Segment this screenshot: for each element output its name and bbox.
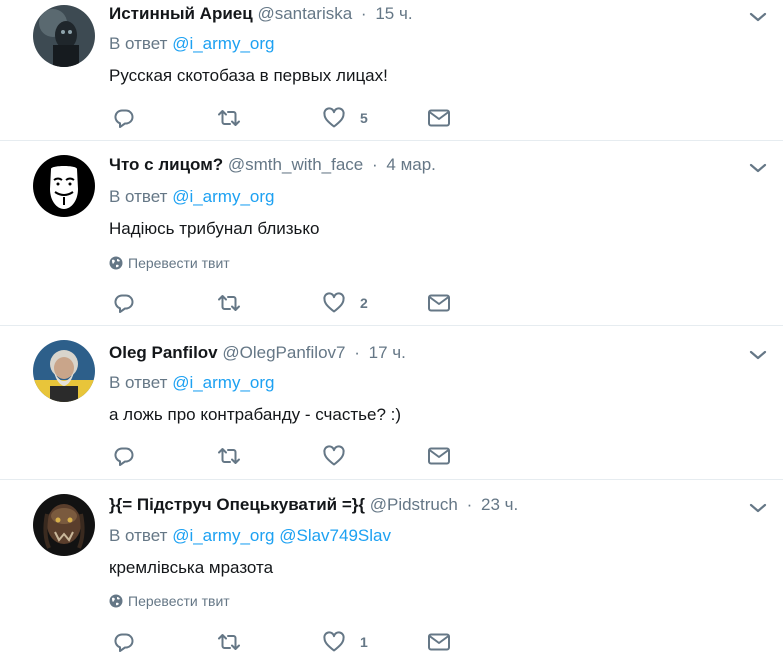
reply-button[interactable] [112,630,136,654]
avatar[interactable] [33,494,95,556]
reply-prefix: В ответ [109,526,168,545]
timestamp[interactable]: 23 ч. [481,495,518,514]
tweet-actions: 1 [0,630,783,654]
reply-button[interactable] [112,444,136,468]
mention-link[interactable]: @i_army_org [172,187,274,206]
heart-icon [323,292,345,313]
display-name[interactable]: }{= Підструч Опецькуватий =}{ [109,495,365,514]
heart-icon [323,631,345,652]
reply-prefix: В ответ [109,373,168,392]
retweet-icon [218,110,240,126]
user-handle[interactable]: @smth_with_face [228,155,363,174]
avatar[interactable] [33,5,95,67]
user-handle[interactable]: @OlegPanfilov7 [222,343,345,362]
direct-message-button[interactable] [427,444,451,468]
envelope-icon [428,109,450,127]
separator-dot: · [354,343,360,362]
retweet-button[interactable] [217,291,241,315]
retweet-button[interactable] [217,630,241,654]
mention-link[interactable]: @Slav749Slav [279,526,391,545]
retweet-icon [218,295,240,311]
tweet-actions: 2 [0,291,783,315]
reply-context: В ответ @i_army_org @Slav749Slav [109,525,391,547]
reply-icon [114,447,134,466]
tweet-actions: 5 [0,106,783,130]
chevron-down-icon[interactable] [748,348,768,362]
tweet-header: Истинный Ариец @santariska · 15 ч. [109,3,413,25]
tweet-text: а ложь про контрабанду - счастье? :) [109,405,402,424]
tweet-text: Русская скотобаза в первых лицах! [109,66,388,85]
direct-message-button[interactable] [427,106,451,130]
envelope-icon [428,633,450,651]
retweet-icon [218,634,240,650]
timestamp[interactable]: 15 ч. [375,4,412,23]
mention-link[interactable]: @i_army_org [172,526,274,545]
tweet[interactable]: Oleg Panfilov @OlegPanfilov7 · 17 ч. В о… [0,326,783,480]
reply-icon [114,633,134,652]
reply-button[interactable] [112,291,136,315]
mention-link[interactable]: @i_army_org [172,373,274,392]
timestamp[interactable]: 4 мар. [386,155,436,174]
avatar[interactable] [33,340,95,402]
timestamp[interactable]: 17 ч. [369,343,406,362]
reply-context: В ответ @i_army_org [109,372,274,394]
chevron-down-icon[interactable] [748,501,768,515]
user-handle[interactable]: @Pidstruch [370,495,458,514]
reply-button[interactable] [112,106,136,130]
reply-icon [114,109,134,128]
envelope-icon [428,294,450,312]
reply-context: В ответ @i_army_org [109,186,274,208]
like-button[interactable] [322,444,360,468]
chevron-down-icon[interactable] [748,161,768,175]
direct-message-button[interactable] [427,630,451,654]
tweet-text: кремлівська мразота [109,558,274,577]
tweet-header: Что с лицом? @smth_with_face · 4 мар. [109,154,436,176]
display-name[interactable]: Что с лицом? [109,155,223,174]
tweet-actions [0,444,783,468]
direct-message-button[interactable] [427,291,451,315]
display-name[interactable]: Истинный Ариец [109,4,253,23]
reply-context: В ответ @i_army_org [109,33,274,55]
translate-tweet-link[interactable]: Перевести твит [109,254,230,272]
separator-dot: · [372,155,378,174]
avatar[interactable] [33,155,95,217]
tweet-text: Надіюсь трибунал близько [109,219,320,238]
chevron-down-icon[interactable] [748,10,768,24]
separator-dot: · [466,495,473,514]
retweet-icon [218,448,240,464]
tweet[interactable]: Истинный Ариец @santariska · 15 ч. В отв… [0,0,783,141]
reply-prefix: В ответ [109,34,168,53]
like-button[interactable]: 5 [322,106,368,130]
display-name[interactable]: Oleg Panfilov [109,343,218,362]
envelope-icon [428,447,450,465]
reply-icon [114,294,134,313]
tweet[interactable]: Что с лицом? @smth_with_face · 4 мар. В … [0,141,783,326]
globe-icon [109,594,123,608]
like-button[interactable]: 1 [322,630,368,654]
retweet-button[interactable] [217,106,241,130]
reply-prefix: В ответ [109,187,168,206]
translate-label: Перевести твит [128,255,230,271]
like-count: 2 [360,295,368,311]
like-count: 5 [360,110,368,126]
retweet-button[interactable] [217,444,241,468]
mention-link[interactable]: @i_army_org [172,34,274,53]
heart-icon [323,445,345,466]
separator-dot: · [360,4,367,23]
reply-feed: Истинный Ариец @santariska · 15 ч. В отв… [0,0,783,663]
tweet[interactable]: }{= Підструч Опецькуватий =}{ @Pidstruch… [0,480,783,663]
globe-icon [109,256,123,270]
heart-icon [323,107,345,128]
user-handle[interactable]: @santariska [257,4,352,23]
tweet-header: Oleg Panfilov @OlegPanfilov7 · 17 ч. [109,342,406,364]
translate-label: Перевести твит [128,593,230,609]
like-count: 1 [360,634,368,650]
like-button[interactable]: 2 [322,291,368,315]
translate-tweet-link[interactable]: Перевести твит [109,592,230,610]
tweet-header: }{= Підструч Опецькуватий =}{ @Pidstruch… [109,494,518,516]
